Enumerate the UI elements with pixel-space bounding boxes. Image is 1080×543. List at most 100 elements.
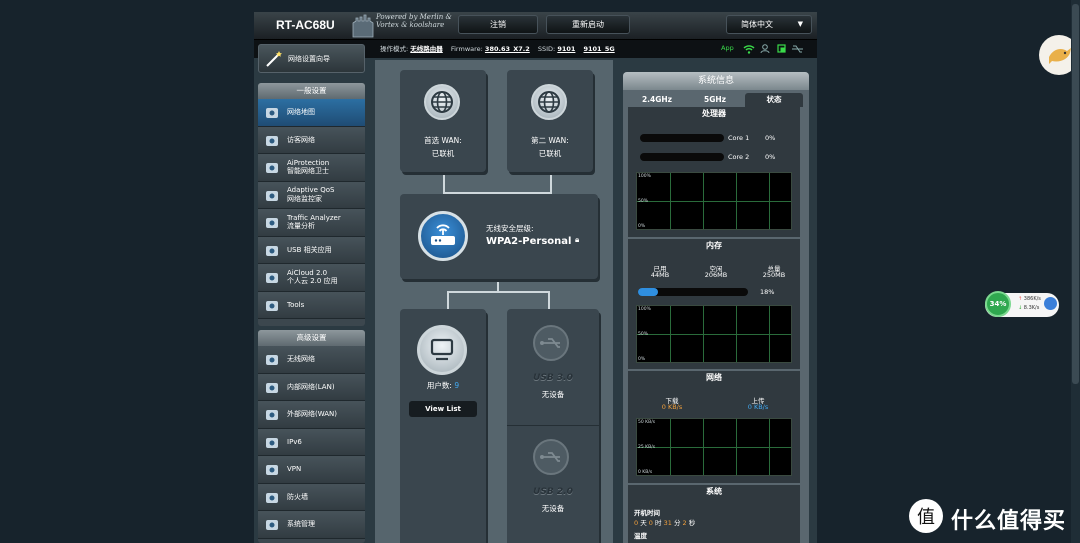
download-speed: ↓ 8.3K/s: [1018, 305, 1040, 311]
wan1-card[interactable]: 首选 WAN: 已联机: [400, 70, 486, 172]
users-status-icon[interactable]: [760, 44, 770, 54]
magic-wand-icon: [266, 51, 282, 67]
sidebar-item-home[interactable]: 内部网络(LAN): [258, 373, 365, 401]
wifi-status-icon[interactable]: [743, 45, 755, 54]
uptime-value: 0 天 0 时 31 分 2 秒: [634, 519, 696, 527]
sidebar-item-label: VPN: [287, 465, 302, 473]
general-settings-heading: 一般设置: [258, 83, 365, 99]
sidebar-item-wifi[interactable]: 无线网络: [258, 346, 365, 374]
mode-value-link[interactable]: 无线路由器: [410, 45, 443, 53]
sidebar-item-label: Tools: [287, 300, 305, 309]
sidebar-item-ipv6[interactable]: IPv6: [258, 428, 365, 456]
security-value: WPA2-Personal: [486, 236, 572, 247]
lock-icon: 🔒︎: [575, 235, 580, 244]
guest-network-icon: [264, 133, 280, 149]
globe-icon: [531, 84, 567, 120]
tab-5g[interactable]: 5GHz: [686, 93, 744, 107]
sidebar-item-label: Traffic Analyzer: [287, 213, 341, 222]
lan-join-line: [447, 291, 550, 293]
svg-text:值: 值: [917, 507, 935, 528]
globe-icon: [264, 407, 280, 423]
download-value: 0 KB/s: [661, 403, 683, 411]
chevron-down-icon: ▼: [797, 20, 803, 28]
watermark-logo-icon: 值: [909, 499, 943, 533]
logout-button[interactable]: 注销: [458, 15, 538, 34]
usb2-status: 无设备: [541, 504, 565, 513]
core1-name: Core 1: [728, 134, 750, 142]
model-name: RT-AC68U: [276, 18, 335, 32]
sidebar-item-label: 系统管理: [287, 520, 315, 528]
sidebar-item-label: 防火墙: [287, 492, 308, 501]
vpn-icon: [264, 462, 280, 478]
wps-status-icon[interactable]: [777, 44, 786, 53]
memory-heading: 内存: [706, 241, 722, 250]
memory-graph: 100% 50% 0%: [636, 305, 792, 363]
net-tick-50: 50 KB/s: [638, 420, 656, 425]
sidebar-item-label: AiProtection: [287, 158, 330, 167]
firmware-link[interactable]: 380.63_X7.2: [485, 45, 530, 53]
down-arrow-icon: ↓: [1018, 305, 1023, 311]
page-scrollbar[interactable]: [1071, 0, 1080, 543]
app-link[interactable]: App: [721, 44, 734, 52]
router-window: RT-AC68U Powered by Merlin & Vortex & ko…: [254, 12, 817, 543]
scrollbar-thumb[interactable]: [1072, 4, 1079, 384]
mem-free-value: 206MB: [704, 271, 728, 279]
system-heading: 系统: [706, 487, 722, 496]
sidebar-item-label: 内部网络(LAN): [287, 382, 335, 391]
up-arrow-icon: ↑: [1018, 296, 1023, 302]
router-card[interactable]: 无线安全层级: WPA2-Personal 🔒︎: [400, 194, 598, 279]
clients-label: 用户数:: [426, 381, 452, 390]
sidebar-item-guest-network[interactable]: 访客网络: [258, 126, 365, 154]
mem-used-value: 44MB: [650, 271, 670, 279]
gauge-icon: [264, 188, 280, 204]
sidebar-item-label: USB 相关应用: [287, 245, 332, 254]
memory-percent: 18%: [760, 288, 775, 296]
clients-card[interactable]: 用户数: 9 View List: [400, 309, 486, 543]
watermark: 值 什么值得买: [905, 495, 1080, 543]
sidebar-item-sublabel: 个人云 2.0 应用: [287, 277, 338, 286]
sidebar-item-shield[interactable]: 防火墙: [258, 483, 365, 511]
tab-2g[interactable]: 2.4GHz: [628, 93, 686, 107]
memory-bar-fill: [638, 288, 658, 296]
network-graph: 50 KB/s 25 KB/s 0 KB/s: [636, 418, 792, 476]
tab-status[interactable]: 状态: [745, 93, 803, 107]
view-list-button[interactable]: View List: [409, 401, 477, 417]
sidebar-item-cloud[interactable]: AiCloud 2.0 个人云 2.0 应用: [258, 264, 365, 292]
usb-icon: [533, 325, 569, 361]
cpu-tick-0: 0%: [638, 224, 646, 229]
sidebar-item-gauge[interactable]: Adaptive QoS 网络监控家: [258, 181, 365, 209]
language-select[interactable]: 简体中文 ▼: [726, 15, 812, 34]
general-settings-menu: 一般设置 网络地图 访客网络 AiProtection 智能网络卫士 Adaptive …: [258, 83, 365, 326]
sidebar-item-chart[interactable]: Traffic Analyzer 流量分析: [258, 209, 365, 237]
upload-value: 0 KB/s: [747, 403, 769, 411]
admin-icon: [264, 517, 280, 533]
sidebar-item-label: AiCloud 2.0: [287, 268, 328, 277]
sidebar-item-lock[interactable]: AiProtection 智能网络卫士: [258, 154, 365, 182]
sidebar-item-globe[interactable]: 外部网络(WAN): [258, 401, 365, 429]
memory-bar: [638, 288, 748, 296]
logo-text: Powered by Merlin & Vortex & koolshare: [376, 13, 452, 29]
qis-button[interactable]: 网络设置向导: [258, 44, 365, 73]
sidebar-item-wrench[interactable]: Tools: [258, 291, 365, 319]
system-info-title: 系统信息: [623, 72, 809, 90]
reboot-button[interactable]: 重新启动: [546, 15, 630, 34]
security-label: 无线安全层级:: [486, 224, 534, 233]
temperature-label: 温度: [634, 532, 647, 540]
firmware-label: Firmware:: [450, 45, 483, 53]
memory-percent-badge[interactable]: 34%: [985, 291, 1011, 317]
usb-status-icon[interactable]: [792, 45, 803, 53]
ssid-24-link[interactable]: 9101: [557, 45, 575, 53]
qis-label: 网络设置向导: [288, 55, 330, 63]
sidebar-item-admin[interactable]: 系统管理: [258, 511, 365, 539]
sidebar-item-vpn[interactable]: VPN: [258, 456, 365, 484]
core2-name: Core 2: [728, 153, 750, 161]
ssid-5g-link[interactable]: 9101_5G: [583, 45, 614, 53]
sidebar-item-sublabel: 网络监控家: [287, 194, 322, 203]
clients-count: 用户数: 9: [400, 379, 486, 392]
advanced-settings-menu: 高级设置 无线网络 内部网络(LAN) 外部网络(WAN) IPv6 VPN 防火墙 系统管…: [258, 330, 365, 543]
net-tick-25: 25 KB/s: [638, 445, 656, 450]
wan2-card[interactable]: 第二 WAN: 已联机: [507, 70, 593, 172]
cloud-icon: [264, 270, 280, 286]
sidebar-item-network-map[interactable]: 网络地图: [258, 99, 365, 127]
sidebar-item-puzzle[interactable]: USB 相关应用: [258, 236, 365, 264]
